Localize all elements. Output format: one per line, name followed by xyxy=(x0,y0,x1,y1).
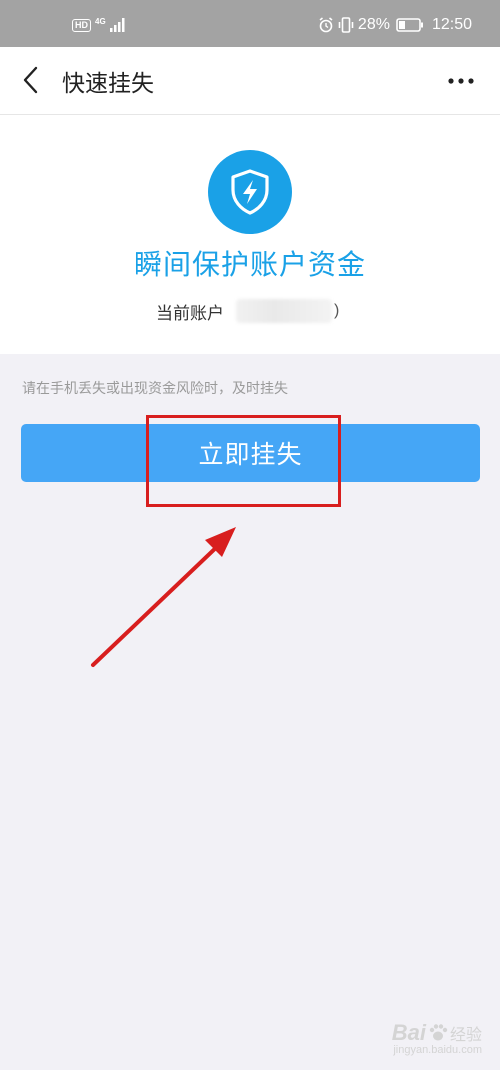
vibrate-icon xyxy=(338,17,354,33)
account-number-tail: ) xyxy=(334,302,340,319)
shield-badge xyxy=(208,150,292,234)
signal-icon xyxy=(109,18,125,32)
hero-card: 瞬间保护账户资金 当前账户 ) xyxy=(0,115,500,354)
paw-icon xyxy=(429,1024,448,1041)
watermark-url: jingyan.baidu.com xyxy=(393,1044,482,1056)
back-button[interactable] xyxy=(14,63,48,97)
account-label: 当前账户 xyxy=(156,303,224,324)
current-account-row: 当前账户 ) xyxy=(156,298,339,324)
hd-icon: HD xyxy=(72,18,91,32)
annotation-highlight-box xyxy=(146,415,341,507)
network-type-label: 4G xyxy=(95,16,106,26)
battery-icon xyxy=(396,18,423,32)
status-right: 28% 12:50 xyxy=(318,15,472,35)
alarm-icon xyxy=(319,17,333,33)
account-number-redacted xyxy=(236,299,332,323)
hint-text: 请在手机丢失或出现资金风险时，及时挂失 xyxy=(22,381,288,397)
status-left: HD 4G xyxy=(72,16,126,34)
clock: 12:50 xyxy=(431,16,472,33)
watermark-brand-right: 经验 xyxy=(449,1025,482,1044)
shield-lightning-icon xyxy=(231,169,269,215)
hero-title: 瞬间保护账户资金 xyxy=(133,248,366,281)
watermark-brand-left: Bai xyxy=(391,1020,426,1045)
page-title: 快速挂失 xyxy=(62,71,154,97)
nav-bar: 快速挂失 xyxy=(0,47,500,115)
more-horizontal-icon xyxy=(448,78,474,84)
baidu-jingyan-watermark: Bai 经验 jingyan.baidu.com xyxy=(392,1020,482,1056)
status-bar: HD 4G 28% 12:50 xyxy=(0,0,500,47)
more-button[interactable] xyxy=(444,69,478,93)
chevron-left-icon xyxy=(23,66,38,94)
battery-percent: 28% xyxy=(357,16,390,33)
